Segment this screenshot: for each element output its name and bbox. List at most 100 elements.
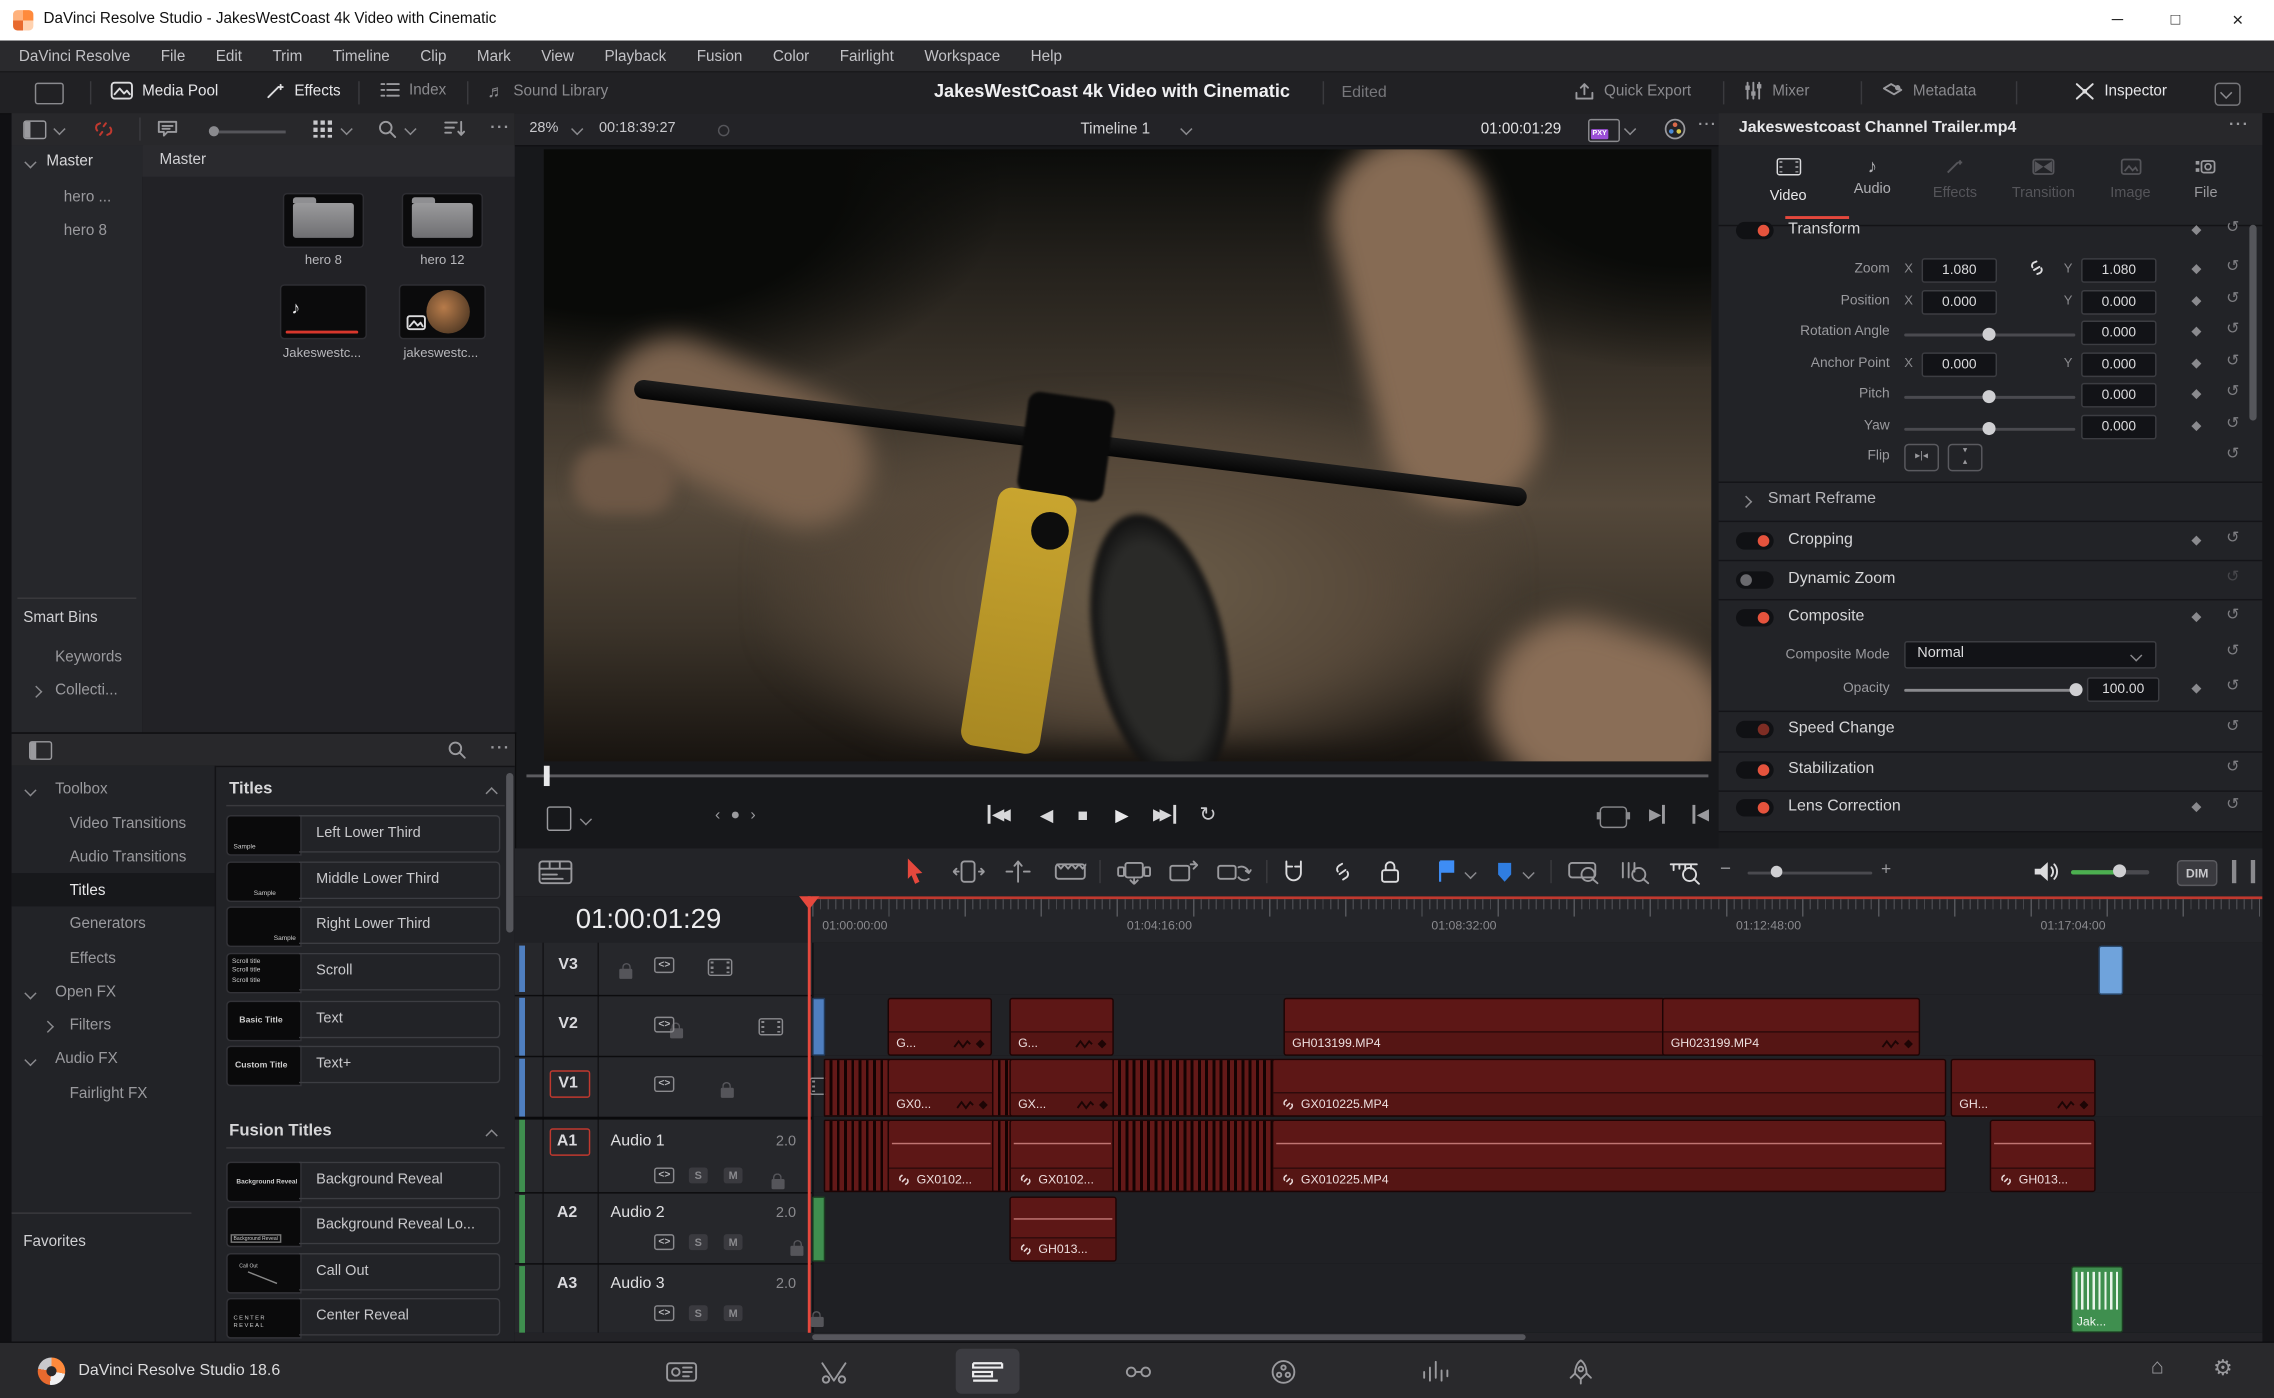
- timeline-clip[interactable]: [2099, 946, 2124, 995]
- speed-change-section[interactable]: Speed Change: [1788, 719, 1894, 736]
- menu-playback[interactable]: Playback: [604, 47, 666, 64]
- clip-thumbnail-folder[interactable]: [402, 193, 483, 248]
- track-a3-label[interactable]: A3: [557, 1275, 577, 1292]
- title-template[interactable]: Sample Right Lower Third: [226, 906, 515, 944]
- menu-clip[interactable]: Clip: [420, 47, 446, 64]
- go-to-first-frame-button[interactable]: ◀◀: [988, 805, 1011, 824]
- linked-selection-icon[interactable]: [1330, 860, 1355, 883]
- keyframe-icon[interactable]: ◆: [2191, 532, 2201, 548]
- timeline-audio-clip[interactable]: [812, 1196, 825, 1261]
- search-icon[interactable]: [447, 740, 467, 760]
- snapping-magnet-icon[interactable]: [1281, 859, 1307, 887]
- keyframe-icon[interactable]: ◆: [2191, 323, 2201, 339]
- viewer-scrub-bar[interactable]: [526, 774, 1708, 776]
- mute-button[interactable]: M: [724, 1167, 743, 1183]
- auto-select-icon[interactable]: <>: [654, 1017, 675, 1033]
- cropping-toggle[interactable]: [1736, 532, 1774, 549]
- clip-fragments[interactable]: [1112, 1120, 1274, 1193]
- bin-hero[interactable]: hero ...: [64, 189, 111, 206]
- meters-icon[interactable]: [2232, 860, 2255, 883]
- menu-trim[interactable]: Trim: [272, 47, 302, 64]
- next-marker-icon[interactable]: ▶: [1649, 805, 1666, 824]
- page-color[interactable]: [1253, 1352, 1314, 1393]
- tab-transition[interactable]: Transition: [2003, 157, 2084, 202]
- timeline-scrollbar-track[interactable]: [515, 1333, 2263, 1342]
- lens-correction-section[interactable]: Lens Correction: [1788, 798, 1901, 815]
- settings-gear-icon[interactable]: ⚙: [2213, 1355, 2233, 1381]
- audio-fx-chevron-icon[interactable]: [24, 1054, 36, 1066]
- titles-scrollbar[interactable]: [506, 773, 513, 933]
- marker-chevron-icon[interactable]: [1522, 867, 1534, 879]
- title-template[interactable]: Sample Middle Lower Third: [226, 861, 515, 899]
- timeline-audio-clip[interactable]: Jak...: [2071, 1266, 2123, 1333]
- title-template[interactable]: Basic Title Text: [226, 1001, 515, 1039]
- reset-icon[interactable]: ↺: [2226, 351, 2239, 370]
- menu-workspace[interactable]: Workspace: [924, 47, 1000, 64]
- reset-icon[interactable]: ↺: [2226, 218, 2239, 237]
- keyframe-icon[interactable]: ◆: [2191, 418, 2201, 434]
- sound-library-button[interactable]: ♬ Sound Library: [487, 81, 608, 101]
- tree-audio-transitions[interactable]: Audio Transitions: [70, 848, 187, 865]
- master-bin-chevron-icon[interactable]: [24, 156, 36, 168]
- unlink-media-icon[interactable]: [93, 119, 115, 139]
- timeline-audio-clip[interactable]: GH013...: [1990, 1120, 2096, 1193]
- bin-master[interactable]: Master: [46, 152, 93, 169]
- thumbnail-size-slider-knob[interactable]: [209, 126, 219, 136]
- track-v1-label[interactable]: V1: [558, 1075, 578, 1092]
- inspector-options-menu[interactable]: ···: [2229, 116, 2249, 133]
- menu-help[interactable]: Help: [1031, 47, 1062, 64]
- effects-button[interactable]: Effects: [265, 81, 340, 100]
- auto-select-icon[interactable]: <>: [654, 1305, 675, 1321]
- timeline-scrollbar-thumb[interactable]: [812, 1334, 1526, 1340]
- menu-mark[interactable]: Mark: [477, 47, 511, 64]
- rotation-input[interactable]: 0.000: [2081, 321, 2156, 346]
- reset-icon[interactable]: ↺: [2226, 567, 2239, 586]
- dynamic-zoom-section[interactable]: Dynamic Zoom: [1788, 570, 1895, 587]
- track-a2-label[interactable]: A2: [557, 1204, 577, 1221]
- play-reverse-button[interactable]: ◀: [1040, 805, 1053, 825]
- composite-mode-select[interactable]: Normal: [1904, 641, 2156, 669]
- clip-fragments[interactable]: [824, 1120, 891, 1193]
- menu-edit[interactable]: Edit: [216, 47, 242, 64]
- page-edit-active[interactable]: [956, 1349, 1020, 1394]
- reset-icon[interactable]: ↺: [2226, 381, 2239, 400]
- anchor-y-input[interactable]: 0.000: [2081, 352, 2156, 377]
- timeline-clip[interactable]: GH023199.MP4 ◆: [1662, 998, 1920, 1056]
- place-on-top-icon[interactable]: [1117, 860, 1152, 885]
- playhead-handle[interactable]: [799, 896, 819, 909]
- timeline-audio-clip[interactable]: GX0102...: [888, 1120, 995, 1193]
- track-v3-label[interactable]: V3: [558, 956, 578, 973]
- dual-monitor-icon[interactable]: [35, 83, 64, 105]
- zoom-y-input[interactable]: 1.080: [2081, 258, 2156, 283]
- reset-icon[interactable]: ↺: [2226, 319, 2239, 338]
- toolbox-chevron-icon[interactable]: [24, 784, 36, 796]
- auto-select-icon[interactable]: <>: [654, 1076, 675, 1092]
- maximize-button[interactable]: □: [2154, 0, 2198, 41]
- audio-monitor-speaker-icon[interactable]: [2032, 859, 2060, 885]
- overlay-chevron-icon[interactable]: [580, 813, 592, 825]
- smart-reframe-chevron-icon[interactable]: [1740, 496, 1752, 508]
- stop-button[interactable]: ■: [1078, 805, 1089, 825]
- cinema-viewer-icon[interactable]: [1600, 806, 1628, 828]
- selection-tool-icon[interactable]: [904, 857, 927, 886]
- reset-icon[interactable]: ↺: [2226, 528, 2239, 547]
- lock-icon[interactable]: [619, 969, 632, 979]
- keyframe-icon[interactable]: ◆: [2191, 609, 2201, 625]
- viewer-playhead-handle[interactable]: [544, 766, 550, 786]
- timeline-clip[interactable]: G... ◆: [888, 998, 992, 1056]
- marker-icon[interactable]: [1495, 860, 1514, 883]
- grid-view-icon[interactable]: [313, 120, 332, 137]
- filters-chevron-icon[interactable]: [42, 1021, 54, 1033]
- tree-generators[interactable]: Generators: [70, 915, 146, 932]
- yaw-input[interactable]: 0.000: [2081, 415, 2156, 440]
- play-button[interactable]: ▶: [1115, 805, 1128, 825]
- reset-icon[interactable]: ↺: [2226, 757, 2239, 776]
- dynamic-trim-mode-icon[interactable]: [1004, 860, 1033, 883]
- close-button[interactable]: ×: [2216, 0, 2260, 41]
- go-to-last-frame-button[interactable]: ▶▶: [1153, 805, 1176, 824]
- tree-audio-fx[interactable]: Audio FX: [55, 1050, 118, 1067]
- page-fusion[interactable]: [1108, 1352, 1169, 1393]
- title-template[interactable]: Scroll title Scroll title Scroll title S…: [226, 953, 515, 991]
- volume-slider[interactable]: [2071, 870, 2149, 874]
- home-icon[interactable]: ⌂: [2151, 1355, 2164, 1380]
